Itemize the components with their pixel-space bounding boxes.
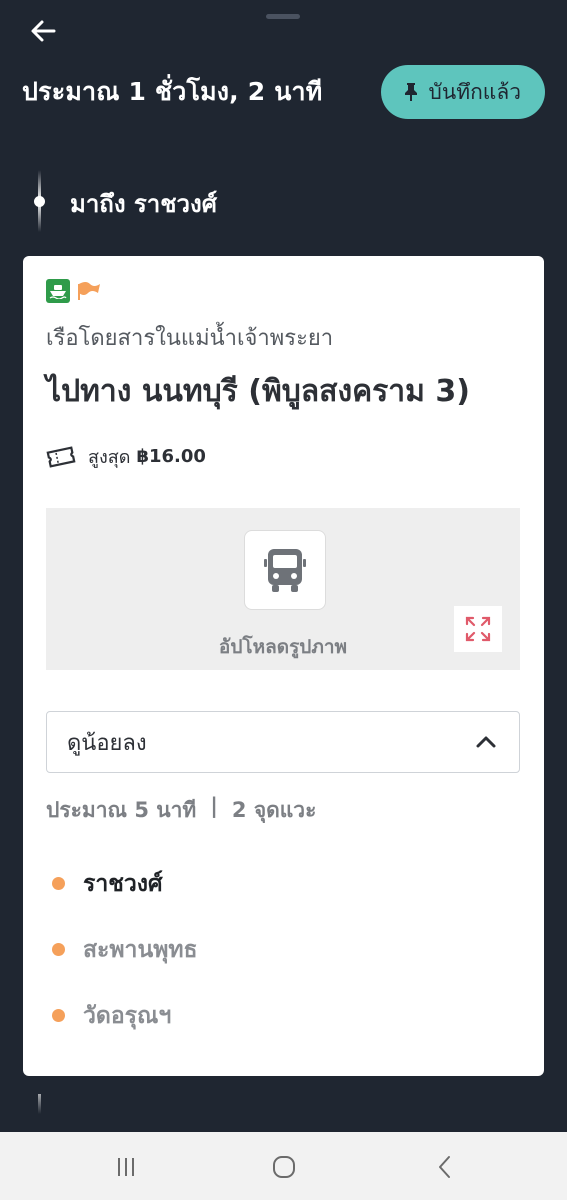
list-item[interactable]: ราชวงศ์ [46, 866, 516, 932]
stops-count: 2 จุดแวะ [231, 798, 317, 822]
stop-dot [52, 943, 65, 956]
stop-name: ราชวงศ์ [83, 871, 163, 897]
recent-apps-button[interactable] [106, 1152, 146, 1182]
fare-row: สูงสุด ฿16.00 [46, 442, 206, 471]
ticket-icon [46, 445, 76, 468]
saved-label: บันทึกแล้ว [428, 79, 521, 104]
service-name: เรือโดยสารในแม่น้ำเจ้าพระยา [46, 326, 334, 351]
expand-icon [465, 616, 491, 642]
stop-name: สะพานพุทธ [83, 937, 198, 963]
sheet-grab-handle[interactable] [266, 14, 300, 19]
bus-icon [264, 549, 306, 592]
system-nav-bar [0, 1132, 567, 1200]
show-less-toggle[interactable]: ดูน้อยลง [46, 711, 520, 773]
leg-duration: ประมาณ 5 นาที [46, 798, 197, 822]
photo-placeholder[interactable]: อัปโหลดรูปภาพ [46, 508, 520, 670]
flag-icon [78, 282, 100, 300]
home-icon [273, 1156, 295, 1178]
header: ประมาณ 1 ชั่วโมง, 2 นาที บันทึกแล้ว [22, 64, 545, 120]
stop-dot [52, 877, 65, 890]
pin-icon [404, 83, 417, 101]
recent-apps-icon [118, 1158, 134, 1176]
show-less-label: ดูน้อยลง [67, 730, 147, 756]
chevron-up-icon [476, 736, 496, 748]
direction-title: ไปทาง นนทบุรี (พิบูลสงคราม 3) [46, 374, 470, 409]
timeline-dot [34, 196, 45, 207]
arrow-left-icon [31, 20, 56, 42]
upload-photo-button[interactable] [244, 530, 326, 610]
boat-icon [46, 279, 70, 303]
list-item[interactable]: สะพานพุทธ [46, 932, 516, 998]
fare-label: สูงสุด [88, 447, 131, 468]
arrive-label: มาถึง ราชวงศ์ [70, 190, 217, 218]
summary-separator: | [210, 794, 218, 818]
expand-button[interactable] [454, 606, 502, 652]
timeline-line-continuation [38, 1094, 41, 1114]
stop-dot [52, 1009, 65, 1022]
leg-summary: ประมาณ 5 นาที | 2 จุดแวะ [46, 794, 316, 827]
transit-leg-card: เรือโดยสารในแม่น้ำเจ้าพระยา ไปทาง นนทบุร… [23, 256, 544, 1076]
stop-list: ราชวงศ์ สะพานพุทธ วัดอรุณฯ [46, 866, 516, 1064]
nav-back-button[interactable] [425, 1152, 465, 1182]
stop-name: วัดอรุณฯ [83, 1003, 172, 1029]
fare-value: ฿16.00 [136, 446, 206, 467]
upload-photo-label: อัปโหลดรูปภาพ [218, 636, 348, 658]
saved-button[interactable]: บันทึกแล้ว [380, 65, 545, 119]
nav-back-icon [439, 1156, 450, 1178]
trip-duration: ประมาณ 1 ชั่วโมง, 2 นาที [22, 77, 323, 106]
mode-badges [46, 279, 102, 303]
list-item[interactable]: วัดอรุณฯ [46, 998, 516, 1064]
back-button[interactable] [26, 14, 60, 48]
home-button[interactable] [264, 1152, 304, 1182]
